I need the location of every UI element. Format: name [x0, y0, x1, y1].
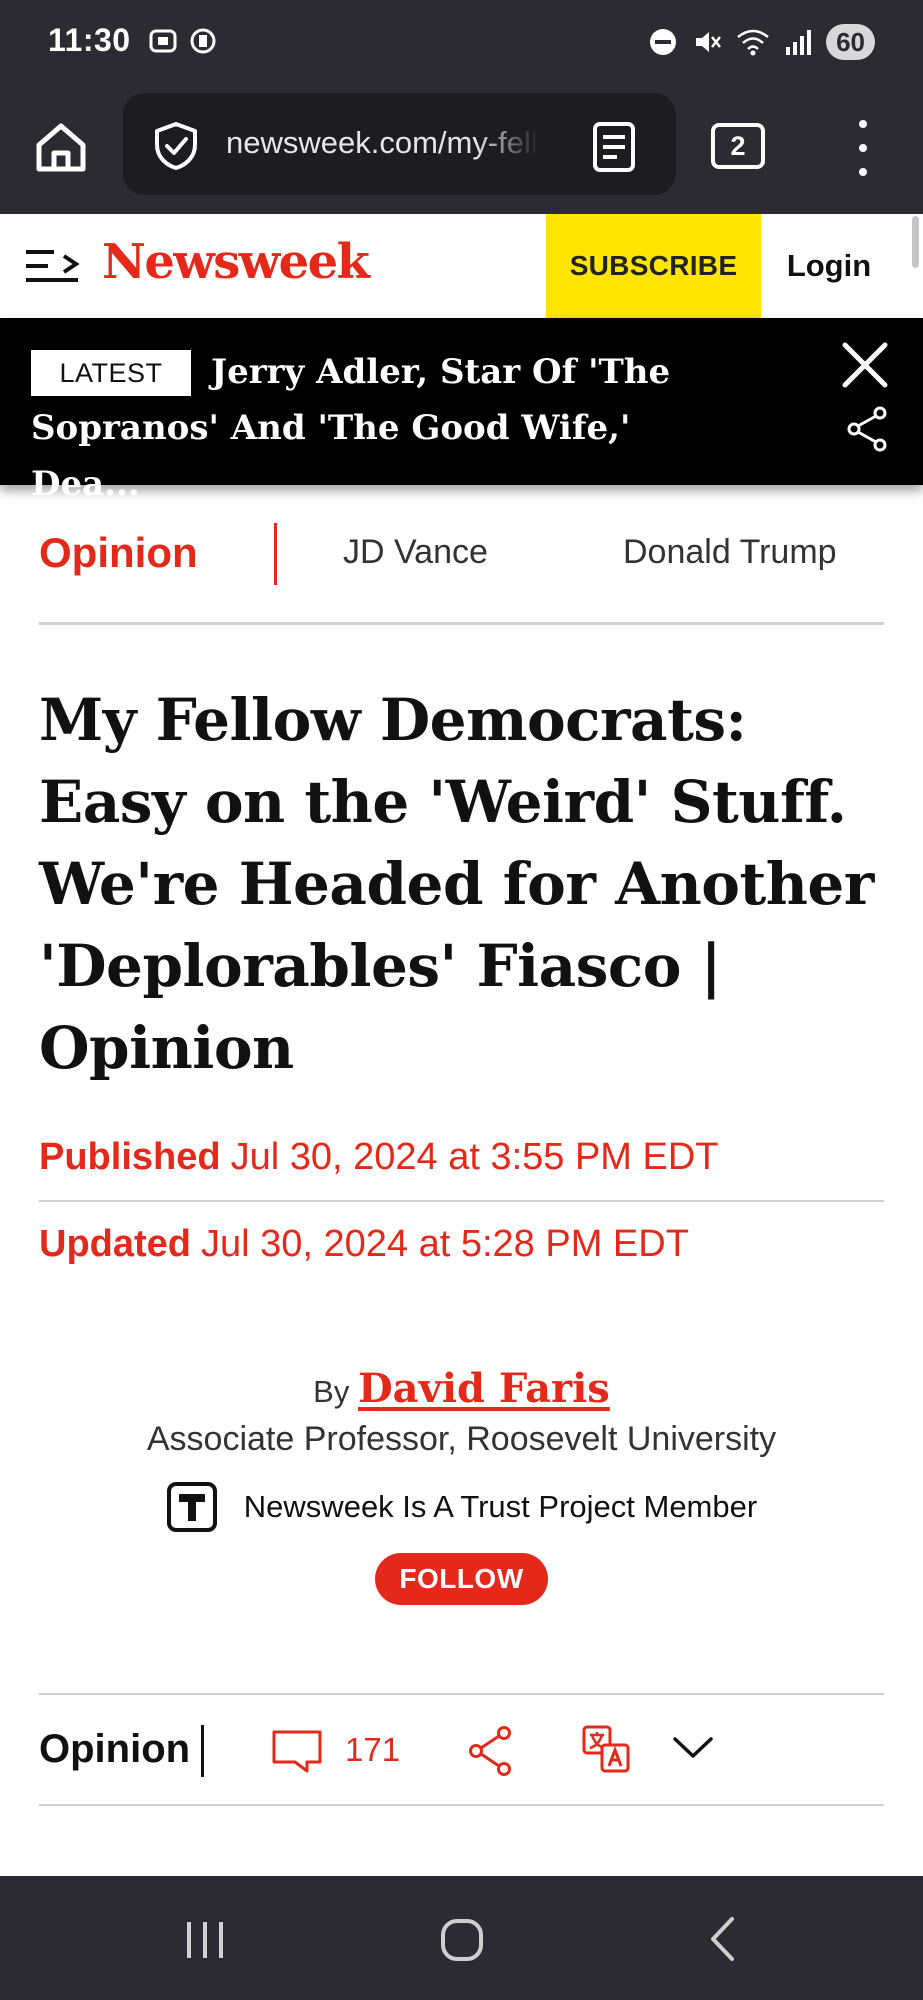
system-nav-bar	[0, 1876, 923, 2000]
updated-label: Updated	[39, 1222, 191, 1265]
battery-level: 60	[836, 26, 865, 57]
wifi-icon	[737, 29, 769, 56]
browser-home-button[interactable]	[30, 117, 92, 179]
status-bar: 11:30 60	[0, 0, 923, 85]
newsweek-logo[interactable]: Newsweek	[102, 234, 370, 290]
chevron-down-icon[interactable]	[672, 1735, 714, 1761]
signal-icon	[786, 30, 812, 55]
comment-count[interactable]: 171	[345, 1731, 400, 1769]
latest-badge: LATEST	[31, 350, 191, 396]
share-icon[interactable]	[468, 1725, 512, 1777]
published-date: Jul 30, 2024 at 3:55 PM EDT	[230, 1136, 719, 1178]
action-bar-section-label[interactable]: Opinion	[39, 1727, 190, 1772]
action-bar-divider	[201, 1725, 204, 1777]
tab-switcher-button[interactable]: 2	[711, 123, 765, 169]
by-label: By	[313, 1374, 350, 1409]
system-home-icon[interactable]	[440, 1918, 484, 1962]
status-time: 11:30	[48, 22, 131, 58]
published-label: Published	[39, 1136, 221, 1178]
article-action-bar: Opinion 171	[39, 1693, 884, 1806]
translate-icon[interactable]	[582, 1725, 630, 1773]
tab-count: 2	[730, 130, 746, 161]
topic-jd-vance-link[interactable]: JD Vance	[343, 533, 488, 572]
screenshot-icon	[149, 29, 177, 53]
comment-icon[interactable]	[271, 1729, 323, 1775]
shield-icon[interactable]	[151, 121, 201, 171]
trust-project-icon	[166, 1482, 217, 1532]
topic-opinion-link[interactable]: Opinion	[39, 529, 198, 577]
reader-mode-icon[interactable]	[591, 121, 637, 173]
trust-project-text[interactable]: Newsweek Is A Trust Project Member	[244, 1489, 757, 1525]
mute-icon	[696, 32, 722, 52]
status-system-icons: 60	[648, 24, 875, 60]
home-icon	[36, 123, 86, 172]
article-headline: My Fellow Democrats: Easy on the 'Weird'…	[39, 686, 874, 1082]
topic-divider	[274, 523, 277, 585]
address-bar[interactable]: newsweek.com/my-fellow-democrats	[123, 93, 676, 195]
subscribe-button[interactable]: SUBSCRIBE	[546, 214, 761, 318]
share-icon[interactable]	[846, 406, 888, 452]
updated-date-row: Updated Jul 30, 2024 at 5:28 PM EDT	[39, 1202, 884, 1286]
follow-button[interactable]: FOLLOW	[375, 1553, 548, 1605]
recents-icon[interactable]	[185, 1918, 225, 1962]
browser-toolbar: newsweek.com/my-fellow-democrats 2	[0, 85, 923, 214]
login-button[interactable]: Login	[761, 214, 897, 318]
author-link[interactable]: David Faris	[358, 1365, 610, 1412]
back-icon[interactable]	[708, 1916, 736, 1962]
menu-icon[interactable]	[848, 120, 878, 176]
hamburger-icon[interactable]	[24, 248, 82, 284]
latest-news-banner[interactable]: Jerry Adler, Star Of 'The Sopranos' And …	[0, 318, 923, 504]
do-not-disturb-icon	[650, 29, 677, 55]
topic-nav: Opinion JD Vance Donald Trump	[39, 485, 884, 625]
battery-indicator: 60	[826, 24, 875, 60]
url-text[interactable]: newsweek.com/my-fellow-democrats	[226, 125, 538, 161]
topic-donald-trump-link[interactable]: Donald Trump	[623, 533, 837, 572]
status-notification-icons	[148, 26, 218, 56]
article-dates: Published Jul 30, 2024 at 3:55 PM EDT Up…	[39, 1126, 884, 1286]
close-icon[interactable]	[840, 340, 890, 390]
article-byline: By David Faris Associate Professor, Roos…	[0, 1365, 923, 1605]
by-line: By David Faris	[0, 1365, 923, 1412]
data-saver-icon	[190, 28, 216, 54]
page-scrollbar[interactable]	[912, 216, 919, 268]
site-header: Newsweek SUBSCRIBE Login	[0, 214, 923, 318]
published-date-row: Published Jul 30, 2024 at 3:55 PM EDT	[39, 1126, 884, 1202]
updated-date: Jul 30, 2024 at 5:28 PM EDT	[201, 1222, 689, 1265]
trust-project-row[interactable]: Newsweek Is A Trust Project Member	[0, 1481, 923, 1533]
author-title: Associate Professor, Roosevelt Universit…	[146, 1420, 777, 1458]
